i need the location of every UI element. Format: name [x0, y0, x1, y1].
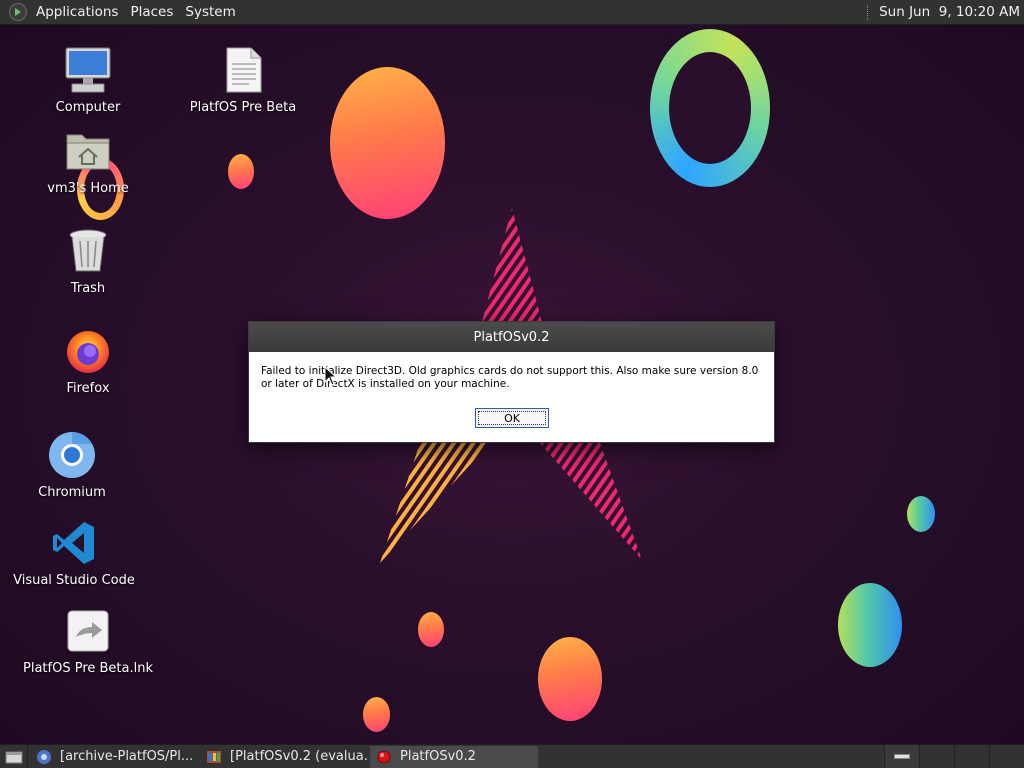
computer-icon — [64, 46, 112, 94]
home-folder-icon — [64, 127, 112, 175]
dialog-title[interactable]: PlatfOSv0.2 — [249, 322, 774, 352]
desktop-icon-vscode[interactable]: Visual Studio Code — [9, 519, 139, 588]
show-desktop-icon — [5, 751, 22, 763]
show-desktop-button[interactable] — [0, 744, 28, 768]
workspace-window-thumbnail — [894, 754, 910, 759]
workspace-1[interactable] — [884, 744, 919, 768]
desktop-icon-label: PlatfOS Pre Beta — [189, 100, 297, 115]
ok-button[interactable]: OK — [475, 408, 549, 428]
desktop-icon-home[interactable]: vm3's Home — [23, 127, 153, 196]
vscode-icon — [50, 519, 98, 567]
desktop-icon-label: Visual Studio Code — [13, 573, 135, 588]
taskbar-item-platfos[interactable]: PlatfOSv0.2 — [370, 745, 538, 768]
desktop-icon-firefox[interactable]: Firefox — [23, 327, 153, 396]
taskbar-item-label: PlatfOSv0.2 — [400, 749, 476, 764]
desktop-icon-platfos-pre-beta[interactable]: PlatfOS Pre Beta — [178, 46, 308, 115]
menu-applications[interactable]: Applications — [30, 0, 124, 25]
panel-separator — [867, 4, 869, 20]
workspace-switcher — [884, 744, 1024, 768]
taskbar-item-archive[interactable]: [archive-PlatfOS/Pl... — [30, 746, 198, 768]
desktop-icon-platfos-lnk[interactable]: PlatfOS Pre Beta.lnk — [23, 607, 153, 676]
document-icon — [219, 46, 267, 94]
applications-menu-icon[interactable] — [9, 3, 27, 21]
trash-icon — [64, 227, 112, 275]
menu-places[interactable]: Places — [124, 0, 179, 25]
workspace-4[interactable] — [989, 744, 1024, 768]
taskbar-item-label: [PlatfOSv0.2 (evalua... — [230, 749, 368, 764]
desktop-icon-label: PlatfOS Pre Beta.lnk — [23, 661, 153, 676]
desktop-icon-label: vm3's Home — [47, 181, 129, 196]
firefox-icon — [64, 327, 112, 375]
desktop-icon-label: Trash — [70, 281, 106, 296]
menu-system[interactable]: System — [179, 0, 241, 25]
top-panel: Applications Places System Sun Jun 9, 10… — [0, 0, 1024, 25]
shortcut-icon — [64, 607, 112, 655]
desktop-icon-label: Firefox — [66, 381, 110, 396]
archive-icon — [207, 750, 221, 763]
workspace-2[interactable] — [919, 744, 954, 768]
desktop-icon-label: Chromium — [38, 485, 106, 500]
workspace-3[interactable] — [954, 744, 989, 768]
taskbar-item-label: [archive-PlatfOS/Pl... — [60, 749, 194, 764]
red-dot-icon — [377, 750, 391, 763]
bottom-taskbar: [archive-PlatfOS/Pl... [PlatfOSv0.2 (eva… — [0, 744, 1024, 768]
desktop-icon-computer[interactable]: Computer — [23, 46, 153, 115]
chromium-icon — [48, 431, 96, 479]
desktop-icon-trash[interactable]: Trash — [23, 227, 153, 296]
mouse-cursor-icon — [324, 366, 338, 386]
desktop-icon-label: Computer — [55, 100, 121, 115]
taskbar-item-platfos-evaluation[interactable]: [PlatfOSv0.2 (evalua... — [200, 746, 368, 768]
desktop-icon-chromium[interactable]: Chromium — [7, 431, 137, 500]
browser-icon — [37, 749, 51, 764]
clock[interactable]: Sun Jun 9, 10:20 AM — [879, 4, 1020, 20]
